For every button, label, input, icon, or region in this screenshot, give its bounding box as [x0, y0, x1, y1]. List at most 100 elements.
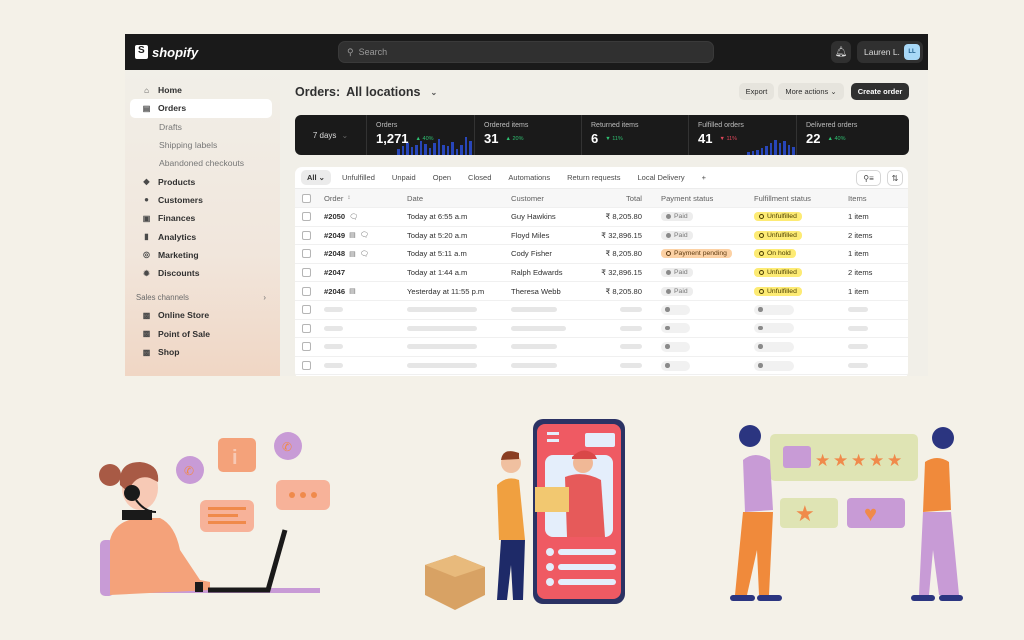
payment-status-cell: Paid	[661, 268, 693, 278]
skeleton-bar	[324, 363, 343, 369]
sidebar-item-point-of-sale[interactable]: ▩ Point of Sale	[130, 325, 272, 343]
notifications-button[interactable]: 🔔︎	[831, 41, 851, 63]
header-items: Items	[848, 193, 867, 203]
row-checkbox[interactable]	[302, 268, 311, 278]
sidebar-item-online-store[interactable]: ▩ Online Store	[130, 306, 272, 324]
order-number[interactable]: #2046	[324, 287, 345, 296]
payment-status-badge: Paid	[661, 230, 693, 240]
export-button[interactable]: Export	[739, 83, 774, 100]
sidebar-item-drafts[interactable]: Drafts	[130, 118, 272, 136]
fulfillment-status-badge: Unfulfilled	[754, 268, 802, 278]
sort-button[interactable]: ⇅	[887, 170, 903, 186]
stat-change-value: 11%	[726, 135, 738, 142]
user-menu-button[interactable]: Lauren L. LL	[857, 41, 923, 63]
filter-tab[interactable]: Local Delivery	[631, 170, 690, 185]
row-checkbox[interactable]	[302, 361, 311, 371]
skeleton-bar	[407, 307, 477, 313]
filter-tab[interactable]: Unfulfilled	[336, 170, 381, 185]
period-selector[interactable]: 7 days ⌄	[295, 115, 367, 155]
note-icon: ▤	[349, 232, 356, 240]
row-checkbox[interactable]	[302, 342, 311, 352]
table-row[interactable]: #2047 Today at 1:44 a.m Ralph Edwards ₹ 32,…	[295, 264, 908, 283]
filter-tab[interactable]: Automations	[502, 170, 556, 185]
filter-tab[interactable]: Closed	[462, 170, 497, 185]
sidebar-item-analytics[interactable]: ▮ Analytics	[130, 227, 272, 245]
stat-card-ordered-items[interactable]: Ordered items 31 ▲ 20%	[475, 115, 582, 155]
sidebar-item-label: Marketing	[158, 249, 199, 260]
chevron-down-icon: ⌄	[830, 87, 837, 96]
status-dot-icon	[666, 232, 671, 238]
row-checkbox[interactable]	[302, 230, 311, 240]
stat-change-value: 11%	[612, 135, 623, 142]
order-number[interactable]: #2050	[324, 212, 345, 221]
sparkline-bar	[751, 151, 754, 155]
order-cell: #2048 ▤ 🗨︎	[324, 249, 369, 258]
stat-card-orders[interactable]: Orders 1,271 ▲ 40%	[367, 115, 475, 155]
filter-tab[interactable]: All ⌄	[301, 170, 331, 185]
sidebar-item-marketing[interactable]: ◎ Marketing	[130, 246, 272, 264]
status-ring-icon	[759, 270, 764, 276]
sidebar-item-customers[interactable]: ● Customers	[130, 191, 272, 209]
sidebar-item-label: Drafts	[159, 121, 182, 132]
sidebar-item-abandoned-checkouts[interactable]: Abandoned checkouts	[130, 154, 272, 172]
sidebar-item-shop[interactable]: ▩ Shop	[130, 343, 272, 361]
create-order-button[interactable]: Create order	[851, 83, 909, 100]
order-total: ₹ 8,205.80	[605, 212, 642, 222]
stat-card-delivered-orders[interactable]: Delivered orders 22 ▲ 40%	[797, 115, 909, 155]
skeleton-bar	[848, 325, 868, 331]
sidebar-item-discounts[interactable]: ✹ Discounts	[130, 264, 272, 282]
sidebar-item-label: Home	[158, 85, 182, 96]
sidebar-item-orders[interactable]: ▤ Orders	[130, 99, 272, 118]
shop-icon: ▩	[142, 347, 151, 357]
search-filter-button[interactable]: ⚲≡	[856, 170, 881, 186]
sparkline-bar	[787, 145, 790, 155]
row-checkbox[interactable]	[302, 323, 311, 333]
row-checkbox[interactable]	[302, 249, 311, 259]
customer-name: Cody Fisher	[511, 249, 552, 259]
sparkline-bar	[778, 143, 781, 155]
order-number[interactable]: #2049	[324, 231, 345, 240]
table-row[interactable]: #2046 ▤ Yesterday at 11:55 p.m Theresa Webb…	[295, 282, 908, 301]
order-number[interactable]: #2047	[324, 268, 345, 277]
sidebar-item-shipping-labels[interactable]: Shipping labels	[130, 136, 272, 154]
sparkline-bar	[455, 149, 458, 155]
status-dot-icon	[666, 288, 671, 294]
sidebar-item-label: Analytics	[158, 231, 197, 242]
skeleton-bar	[324, 325, 343, 331]
table-row[interactable]: #2048 ▤ 🗨︎ Today at 5:11 a.m Cody Fisher ₹ 8,…	[295, 245, 908, 264]
table-row[interactable]: #2050 🗨︎ Today at 6:55 a.m Guy Hawkins ₹ 8,2…	[295, 208, 908, 227]
search-input[interactable]: ⚲ Search	[338, 41, 714, 63]
sparkline-bar	[765, 146, 768, 155]
sparkline-bar	[451, 142, 454, 155]
select-all-checkbox[interactable]	[302, 193, 311, 203]
sales-channels-header[interactable]: Sales channels ›	[125, 288, 280, 306]
stat-card-fulfilled-orders[interactable]: Fulfilled orders 41 ▼ 11%	[689, 115, 797, 155]
row-checkbox[interactable]	[302, 212, 311, 222]
location-selector[interactable]: All locations	[346, 85, 420, 99]
svg-text:★: ★	[833, 451, 848, 470]
sidebar-item-label: Point of Sale	[158, 328, 211, 339]
shopify-admin-window: shopify ⚲Search 🔔︎ Lauren L.LL ⌂Home ▤Or…	[125, 34, 928, 376]
row-checkbox[interactable]	[302, 286, 311, 296]
filter-tab[interactable]: Open	[427, 170, 457, 185]
filter-tab[interactable]: Unpaid	[386, 170, 422, 185]
shopify-logo[interactable]: shopify	[135, 45, 198, 60]
chevron-down-icon[interactable]: ⌄	[430, 88, 437, 97]
bank-icon: ▣	[142, 213, 151, 223]
skeleton-bar	[620, 307, 642, 313]
row-checkbox[interactable]	[302, 305, 311, 315]
sidebar-item-products[interactable]: ◆ Products	[130, 172, 272, 190]
table-row[interactable]: #2049 ▤ 🗨︎ Today at 5:20 a.m Floyd Miles ₹ 32…	[295, 227, 908, 246]
more-actions-button[interactable]: More actions ⌄	[778, 83, 844, 100]
stat-card-returned-items[interactable]: Returned items 6 ▼ 11%	[582, 115, 689, 155]
header-order[interactable]: Order ↕	[324, 194, 350, 203]
header-payment-status: Payment status	[661, 193, 714, 203]
sidebar-item-home[interactable]: ⌂ Home	[130, 81, 272, 99]
stat-value: 31	[484, 131, 499, 146]
customer-name: Floyd Miles	[511, 230, 550, 240]
order-number[interactable]: #2048	[324, 249, 345, 258]
filter-tab[interactable]: Return requests	[561, 170, 626, 185]
filter-tab[interactable]: +	[696, 170, 712, 185]
sidebar-item-finances[interactable]: ▣ Finances	[130, 209, 272, 227]
order-cell: #2046 ▤	[324, 287, 356, 296]
